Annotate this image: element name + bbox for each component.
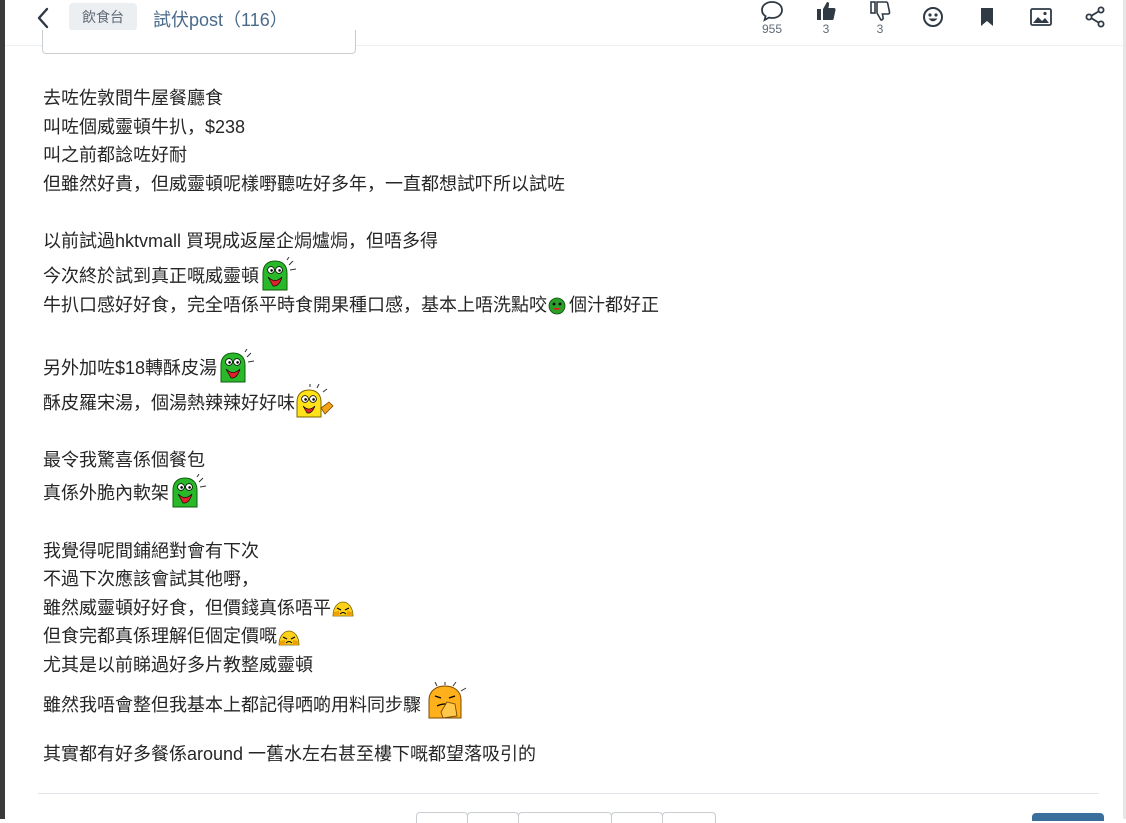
page-button[interactable] <box>611 812 663 823</box>
post-line: 叫之前都諗咗好耐 <box>43 145 187 166</box>
back-button[interactable] <box>31 6 55 30</box>
post-line: 雖然我唔會整但我基本上都記得哂啲用料同步驟 <box>43 680 1083 720</box>
emoji-button[interactable] <box>916 6 950 46</box>
image-icon <box>1030 8 1052 26</box>
post-line: 尤其是以前睇過好多片教整威靈頓 <box>43 654 313 675</box>
page-button[interactable] <box>416 812 468 823</box>
share-button[interactable] <box>1078 6 1112 46</box>
green-monster-emoticon-icon <box>172 473 207 508</box>
post-line: 酥皮羅宋湯，個湯熱辣辣好好味 <box>43 383 1083 418</box>
dislike-button[interactable]: 3 <box>863 0 897 40</box>
page-button[interactable] <box>467 812 519 823</box>
post-line: 真係外脆內軟架 <box>43 473 1083 508</box>
post-line: 其實都有好多餐係around 一舊水左右甚至樓下嘅都望落吸引的 <box>43 743 537 764</box>
dislikes-count: 3 <box>876 22 884 36</box>
yellow-shy-emoticon-icon <box>278 630 300 646</box>
post-line: 雖然威靈頓好好食，但價錢真係唔平 <box>43 594 1083 623</box>
comments-count: 955 <box>761 22 783 36</box>
comment-bubble-icon <box>761 1 783 22</box>
image-mode-button[interactable] <box>1024 6 1058 46</box>
green-monster-emoticon-icon <box>262 256 297 291</box>
post-content: 去咗佐敦間牛屋餐廳食 叫咗個威靈頓牛扒，$238 叫之前都諗咗好耐 但雖然好貴，… <box>43 84 1083 768</box>
chevron-left-icon <box>37 7 49 29</box>
green-monster-emoticon-icon <box>220 348 255 383</box>
channel-chip[interactable]: 飲食台 <box>69 3 137 31</box>
post-line: 叫咗個威靈頓牛扒，$238 <box>43 116 246 137</box>
post-line: 去咗佐敦間牛屋餐廳食 <box>43 88 223 108</box>
yellow-shy-emoticon-icon <box>332 601 354 617</box>
likes-count: 3 <box>822 22 830 36</box>
green-face-emoticon-icon <box>548 297 566 315</box>
like-button[interactable]: 3 <box>809 0 843 40</box>
thumbs-down-icon <box>870 1 891 21</box>
bookmark-icon <box>981 8 993 26</box>
share-icon <box>1085 6 1105 28</box>
yellow-monster-emoticon-icon <box>296 383 334 418</box>
bookmark-button[interactable] <box>970 6 1004 46</box>
quote-box <box>42 30 356 54</box>
post-line: 以前試過hktvmall 買現成返屋企焗爐焗，但唔多得 <box>43 230 439 251</box>
orange-facepalm-emoticon-icon <box>428 681 467 718</box>
post-divider <box>38 793 1099 794</box>
thumbs-up-icon <box>817 2 836 20</box>
post-line: 牛扒口感好好食，完全唔係平時食開果種口感，基本上唔洗點咬 個汁都好正 <box>43 294 659 315</box>
post-line: 另外加咗$18轉酥皮湯 <box>43 348 1083 383</box>
thread-title: 試伏post（116） <box>153 10 288 30</box>
post-line: 最令我驚喜係個餐包 <box>43 450 205 471</box>
post-line: 我覺得呢間鋪絕對會有下次 <box>43 540 259 561</box>
emoji-face-icon <box>923 7 943 27</box>
pagination <box>416 812 716 823</box>
page-select[interactable] <box>518 812 612 823</box>
post-line: 但食完都真係理解佢個定價嘅 <box>43 622 1083 651</box>
left-edge-strip <box>0 0 5 819</box>
post-line: 今次終於試到真正嘅威靈頓 <box>43 256 1083 291</box>
comments-button[interactable]: 955 <box>755 0 789 40</box>
reply-button[interactable] <box>1032 813 1104 821</box>
page-button[interactable] <box>662 812 716 823</box>
post-line: 但雖然好貴，但威靈頓呢樣嘢聽咗好多年，一直都想試吓所以試咗 <box>43 173 565 194</box>
post-line: 不過下次應該會試其他嘢， <box>43 569 259 590</box>
